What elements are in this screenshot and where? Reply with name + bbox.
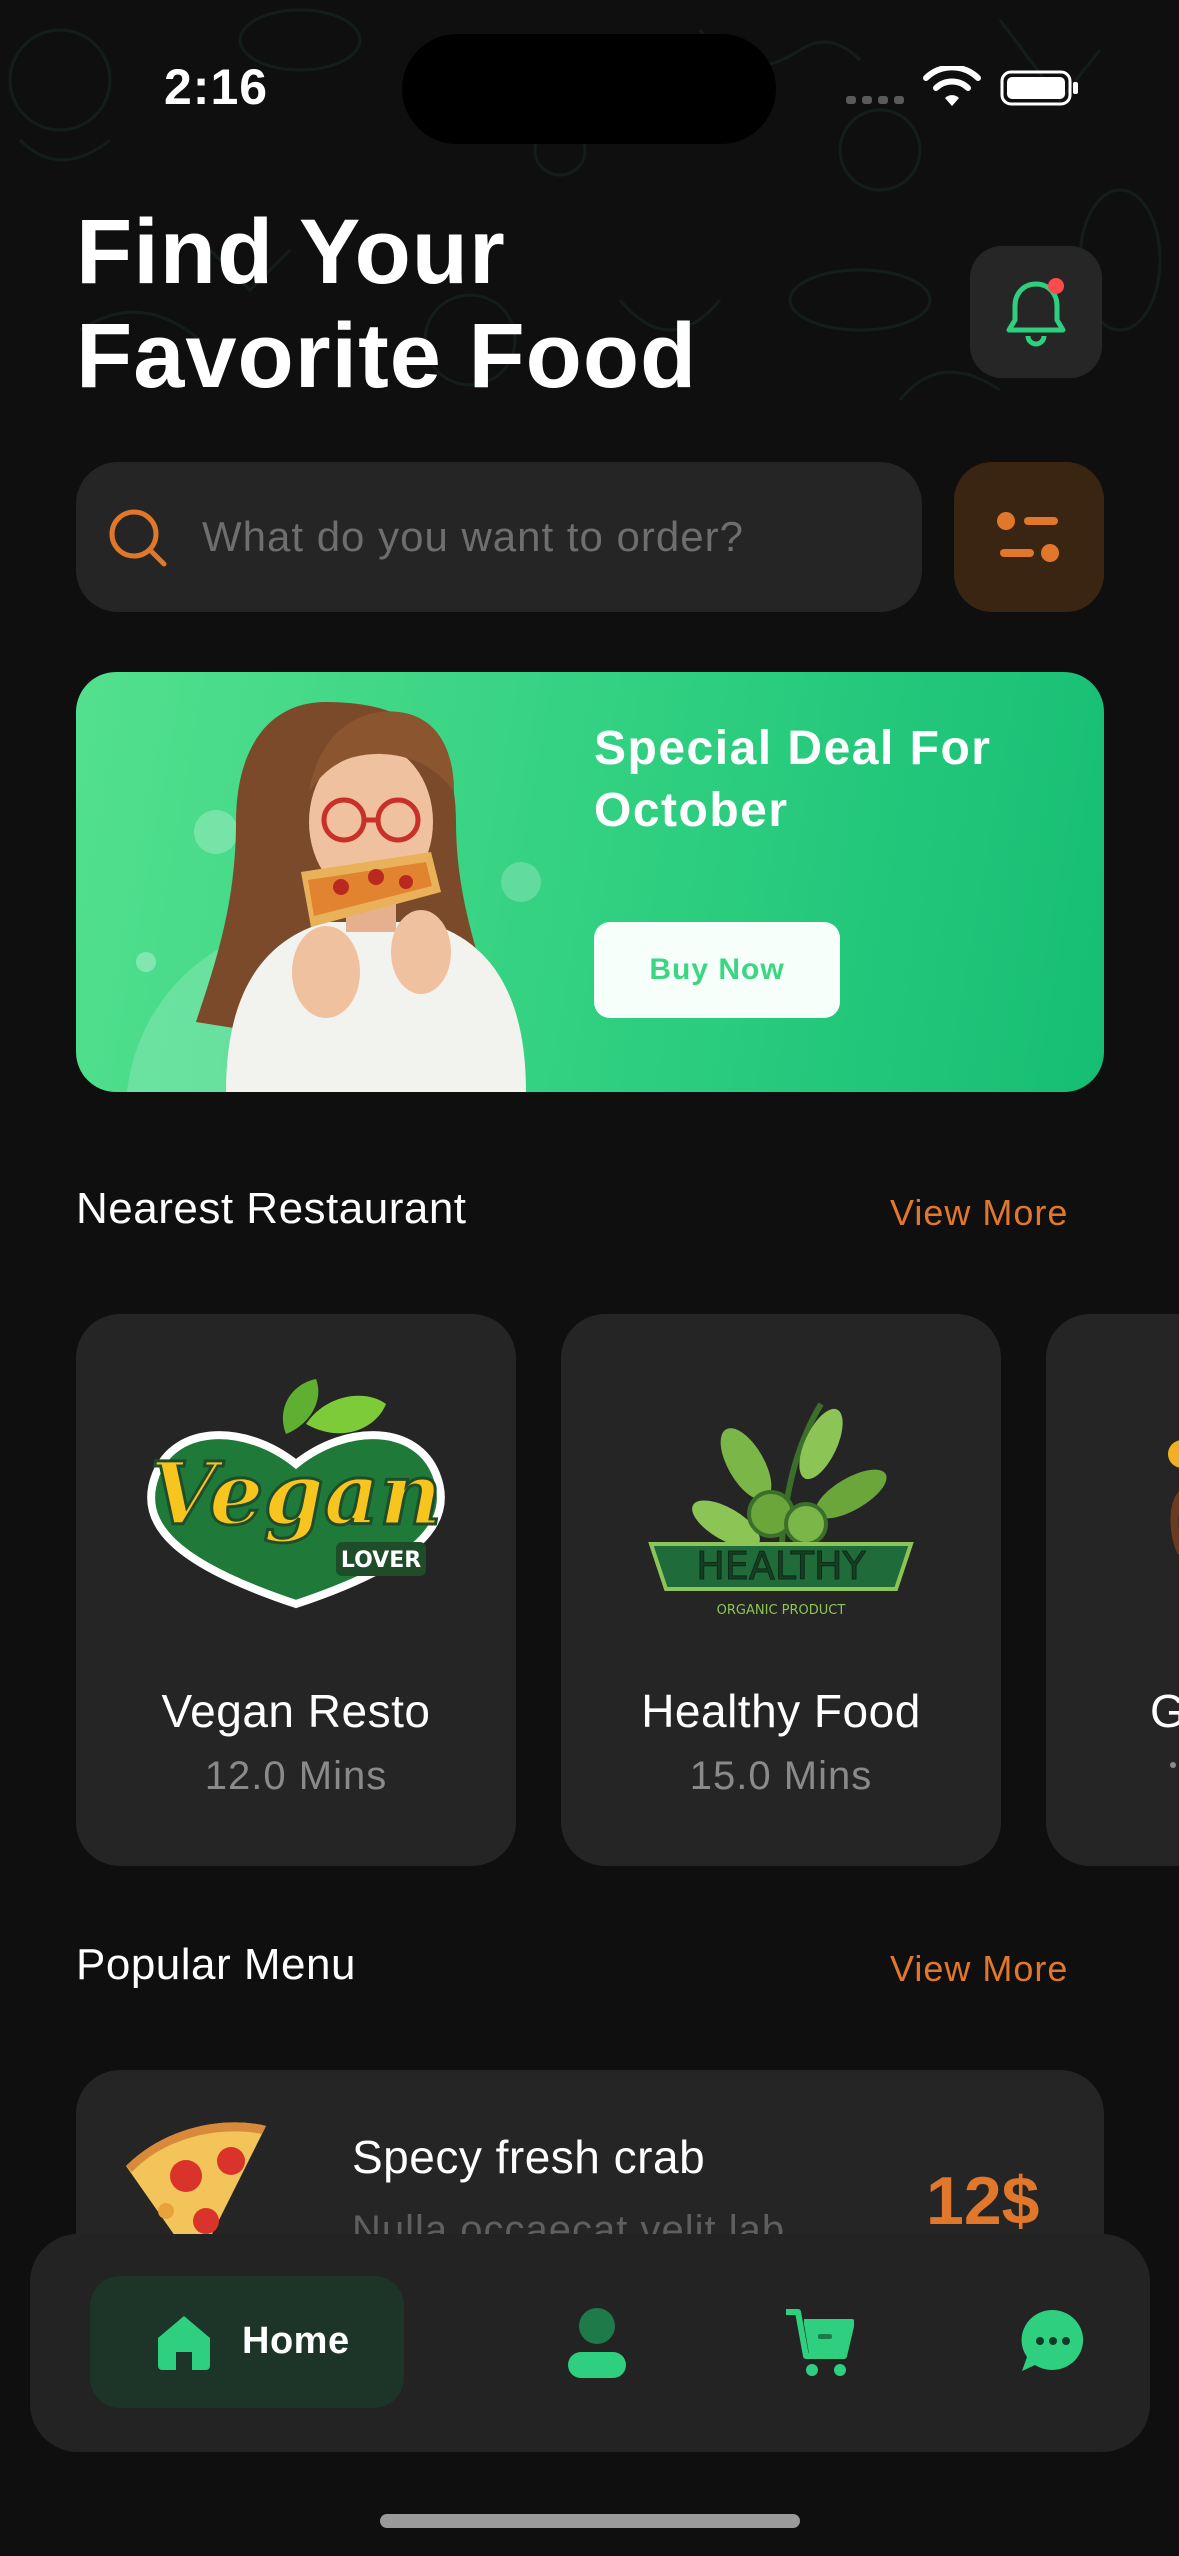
home-icon <box>158 2316 210 2370</box>
popular-menu-title: Popular Menu <box>76 1940 356 1989</box>
status-time: 2:16 <box>164 59 269 115</box>
promo-banner[interactable]: Special Deal For October Buy Now <box>76 672 1104 1092</box>
restaurant-card-vegan-resto[interactable]: Vegan LOVER Vegan Resto 12.0 Mins <box>76 1314 516 1866</box>
restaurant-card-healthy-food[interactable]: HEALTHY ORGANIC PRODUCT Healthy Food 15.… <box>561 1314 1001 1866</box>
cellular-signal-icon <box>846 96 904 104</box>
page-title-line1: Find Your <box>76 201 506 303</box>
filter-button[interactable] <box>954 462 1104 612</box>
battery-icon <box>1000 70 1078 106</box>
menu-item-price: 12$ <box>926 2163 1040 2239</box>
search-bar <box>76 462 922 612</box>
partial-logo <box>1168 1440 1179 1554</box>
vegan-lover-logo: Vegan LOVER <box>147 1379 445 1609</box>
restaurant-time-fragment <box>1170 1762 1176 1768</box>
promo-title: Special Deal For October <box>594 722 992 837</box>
home-indicator <box>380 2514 800 2528</box>
popular-view-more-link[interactable]: View More <box>890 1948 1068 1990</box>
search-input[interactable] <box>202 502 892 572</box>
vegan-logo-subtext: LOVER <box>341 1548 421 1573</box>
nav-home-tab[interactable]: Home <box>90 2276 404 2408</box>
restaurant-name: G <box>1150 1685 1179 1737</box>
buy-now-button[interactable]: Buy Now <box>594 922 840 1018</box>
profile-icon[interactable] <box>562 2306 632 2378</box>
notification-button[interactable] <box>970 246 1102 378</box>
page-title: Find Your Favorite Food <box>76 200 856 408</box>
wifi-icon <box>923 66 981 106</box>
restaurant-time: 12.0 Mins <box>204 1754 388 1798</box>
nearest-view-more-link[interactable]: View More <box>890 1192 1068 1234</box>
restaurant-name: Vegan Resto <box>161 1685 431 1737</box>
restaurant-card-partial[interactable]: G <box>1046 1314 1179 1866</box>
filter-icon <box>997 512 1059 562</box>
menu-item-name: Specy fresh crab <box>352 2131 706 2183</box>
healthy-logo-subtext: ORGANIC PRODUCT <box>717 1603 846 1618</box>
dynamic-island <box>402 34 776 144</box>
healthy-logo: HEALTHY ORGANIC PRODUCT <box>648 1402 914 1618</box>
app-screen: 2:16 Find Your Favorite Food What do you… <box>0 0 1179 2556</box>
bell-icon <box>1006 278 1066 347</box>
restaurant-time: 15.0 Mins <box>689 1754 873 1798</box>
vegan-logo-text: Vegan <box>150 1444 442 1545</box>
bottom-navigation: Home <box>30 2234 1150 2452</box>
chat-icon[interactable] <box>1018 2306 1088 2378</box>
cart-icon[interactable] <box>784 2306 854 2378</box>
page-title-line2: Favorite Food <box>76 305 698 407</box>
healthy-logo-text: HEALTHY <box>696 1544 866 1588</box>
search-icon <box>109 509 167 567</box>
nav-home-label: Home <box>242 2320 350 2362</box>
nearest-restaurant-title: Nearest Restaurant <box>76 1184 467 1233</box>
restaurant-name: Healthy Food <box>641 1685 921 1737</box>
